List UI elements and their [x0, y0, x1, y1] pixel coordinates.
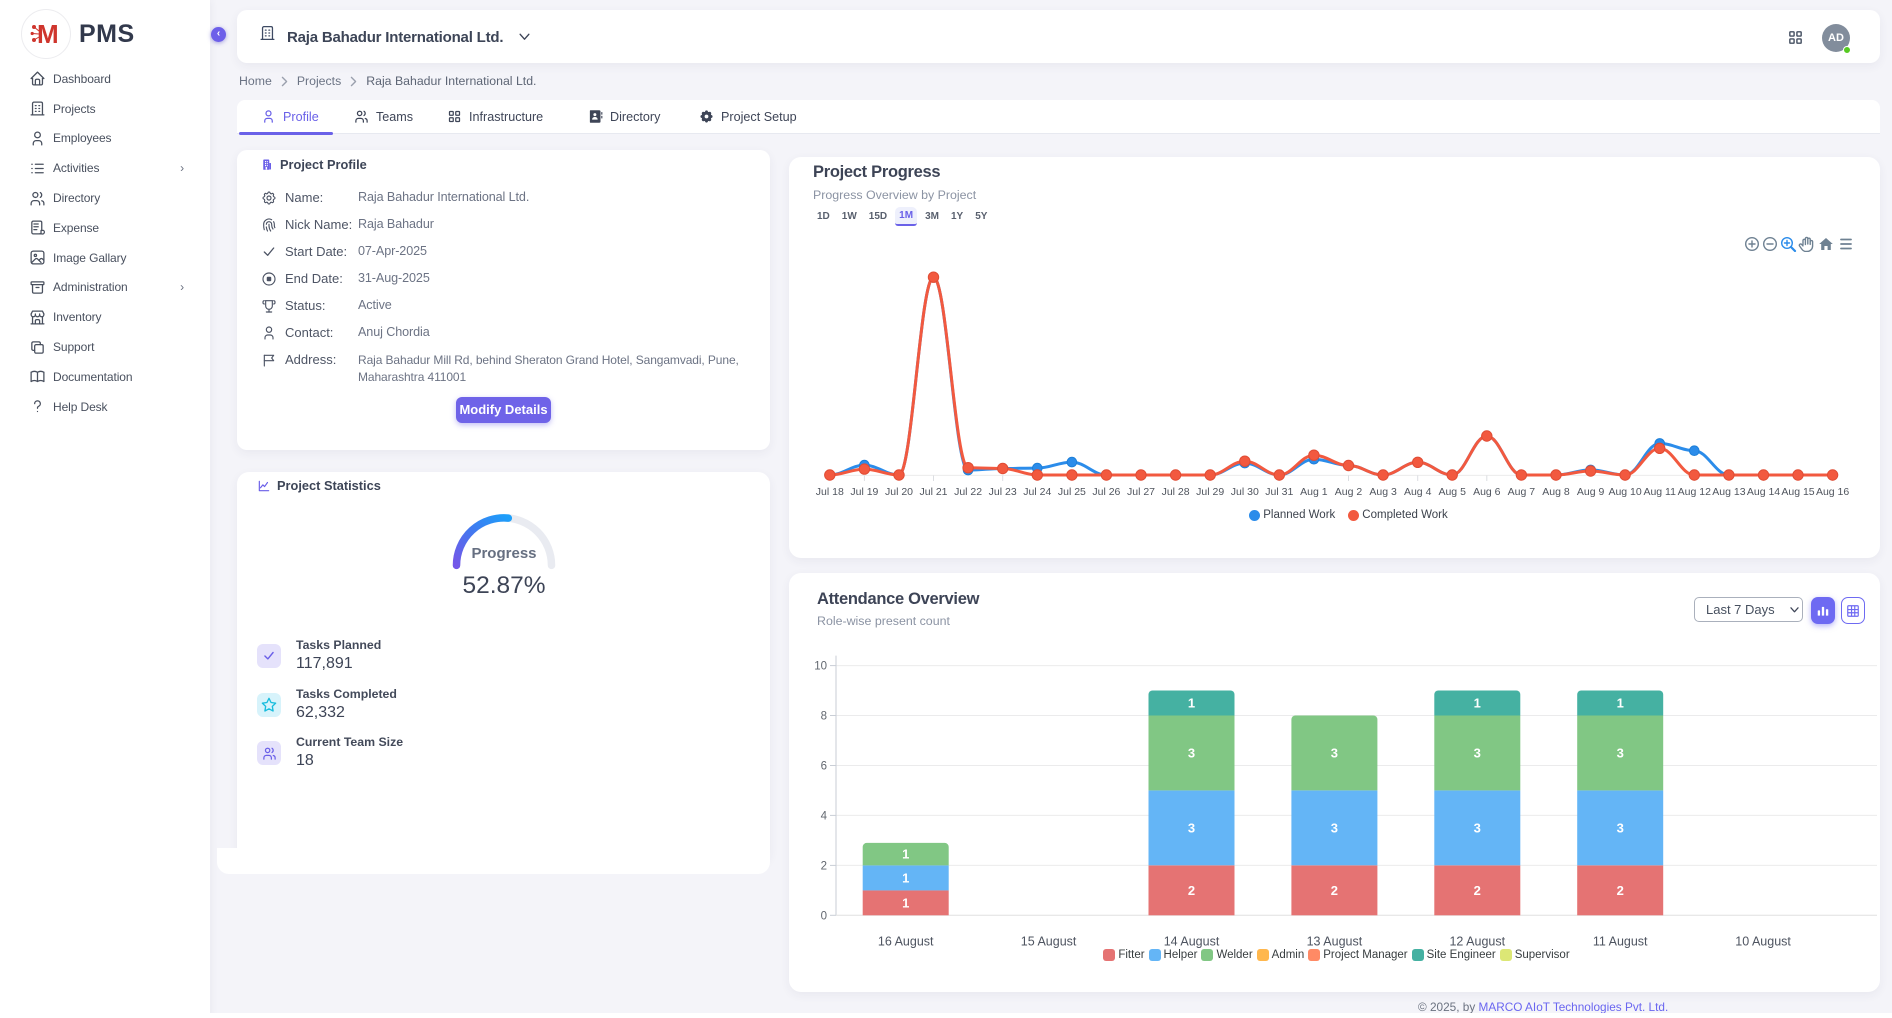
svg-text:3: 3: [1474, 746, 1481, 761]
svg-text:Jul 30: Jul 30: [1231, 486, 1259, 498]
svg-text:Jul 28: Jul 28: [1162, 486, 1190, 498]
svg-text:2: 2: [1188, 883, 1195, 898]
svg-text:1: 1: [902, 870, 909, 885]
svg-text:Aug 8: Aug 8: [1542, 486, 1570, 498]
svg-text:Jul 18: Jul 18: [816, 486, 844, 498]
svg-text:Jul 27: Jul 27: [1127, 486, 1155, 498]
svg-text:12 August: 12 August: [1449, 934, 1505, 948]
svg-text:Aug 9: Aug 9: [1577, 486, 1605, 498]
svg-text:Jul 19: Jul 19: [850, 486, 878, 498]
svg-text:2: 2: [1331, 883, 1338, 898]
svg-text:Aug 3: Aug 3: [1369, 486, 1397, 498]
svg-text:M: M: [37, 19, 59, 49]
svg-text:Jul 20: Jul 20: [885, 486, 913, 498]
svg-text:Aug 2: Aug 2: [1335, 486, 1363, 498]
svg-text:Jul 24: Jul 24: [1023, 486, 1051, 498]
svg-text:Aug 7: Aug 7: [1508, 486, 1536, 498]
svg-text:4: 4: [821, 810, 828, 822]
svg-text:2: 2: [821, 860, 827, 872]
svg-text:Jul 23: Jul 23: [989, 486, 1017, 498]
svg-text:Jul 26: Jul 26: [1092, 486, 1120, 498]
svg-text:2: 2: [1617, 883, 1624, 898]
svg-text:0: 0: [821, 910, 827, 922]
svg-text:1: 1: [902, 847, 909, 862]
svg-text:3: 3: [1188, 820, 1195, 835]
svg-text:3: 3: [1188, 746, 1195, 761]
svg-text:1: 1: [1188, 696, 1195, 711]
svg-text:14 August: 14 August: [1164, 934, 1220, 948]
svg-text:15 August: 15 August: [1021, 934, 1077, 948]
svg-text:10 August: 10 August: [1735, 934, 1791, 948]
svg-text:1: 1: [902, 895, 909, 910]
svg-text:Aug 4: Aug 4: [1404, 486, 1432, 498]
svg-text:6: 6: [821, 761, 827, 773]
svg-text:Aug 11: Aug 11: [1643, 486, 1676, 498]
svg-text:Jul 21: Jul 21: [919, 486, 947, 498]
svg-text:11 August: 11 August: [1593, 934, 1648, 948]
svg-text:Jul 25: Jul 25: [1058, 486, 1086, 498]
svg-text:10: 10: [814, 661, 827, 673]
svg-text:Aug 5: Aug 5: [1438, 486, 1466, 498]
svg-text:8: 8: [821, 711, 827, 723]
svg-text:3: 3: [1474, 820, 1481, 835]
svg-text:Jul 29: Jul 29: [1196, 486, 1224, 498]
svg-text:3: 3: [1331, 820, 1338, 835]
svg-text:Aug 10: Aug 10: [1608, 486, 1641, 498]
svg-text:13 August: 13 August: [1307, 934, 1363, 948]
svg-text:Aug 13: Aug 13: [1712, 486, 1745, 498]
svg-text:3: 3: [1331, 746, 1338, 761]
svg-text:Aug 6: Aug 6: [1473, 486, 1501, 498]
svg-text:Aug 1: Aug 1: [1300, 486, 1328, 498]
svg-text:3: 3: [1617, 746, 1624, 761]
svg-text:Aug 16: Aug 16: [1816, 486, 1849, 498]
svg-text:Jul 22: Jul 22: [954, 486, 982, 498]
svg-text:Jul 31: Jul 31: [1265, 486, 1293, 498]
svg-text:Aug 14: Aug 14: [1747, 486, 1780, 498]
svg-text:3: 3: [1617, 820, 1624, 835]
svg-text:Aug 15: Aug 15: [1781, 486, 1814, 498]
svg-text:2: 2: [1474, 883, 1481, 898]
svg-text:1: 1: [1474, 696, 1481, 711]
svg-text:Aug 12: Aug 12: [1678, 486, 1711, 498]
svg-text:16 August: 16 August: [878, 934, 934, 948]
svg-text:1: 1: [1617, 696, 1624, 711]
